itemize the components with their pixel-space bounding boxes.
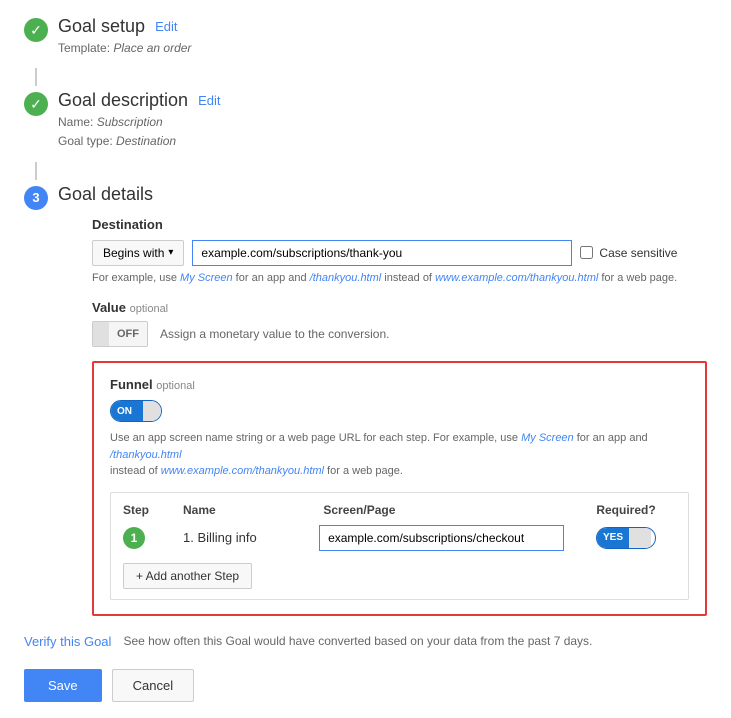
step-name: 1. Billing info (183, 530, 319, 545)
toggle-on-label: ON (111, 401, 143, 421)
goal-details-content: Goal details Destination Begins with ▾ C… (58, 184, 707, 616)
required-yes-label: YES (597, 528, 629, 548)
goal-details-body: Destination Begins with ▾ Case sensitive… (92, 217, 707, 616)
goal-description-section: ✓ Goal description Edit Name: Subscripti… (24, 90, 707, 151)
goal-details-icon: 3 (24, 186, 48, 210)
case-sensitive-checkbox[interactable] (580, 246, 593, 259)
destination-row: Begins with ▾ Case sensitive (92, 240, 707, 266)
type-label: Goal type: (58, 134, 113, 148)
add-step-button[interactable]: + Add another Step (123, 563, 252, 589)
case-sensitive-row: Case sensitive (580, 246, 677, 260)
toggle-off-label: OFF (109, 322, 147, 346)
toggle-off-part (143, 401, 161, 421)
goal-details-section: 3 Goal details Destination Begins with ▾… (24, 184, 707, 616)
name-label: Name: (58, 115, 93, 129)
funnel-table: Step Name Screen/Page Required? 1 1. Bil… (110, 492, 689, 600)
funnel-header: Funnel optional (110, 377, 689, 392)
table-row: 1 1. Billing info YES (123, 525, 676, 551)
funnel-toggle-row: ON (110, 400, 689, 422)
step-screen-col (319, 525, 576, 551)
header-step: Step (123, 503, 183, 517)
value-label: Value optional (92, 300, 168, 315)
funnel-title: Funnel optional (110, 377, 195, 392)
verify-description: See how often this Goal would have conve… (123, 634, 592, 648)
goal-setup-header: Goal setup Edit (58, 16, 707, 37)
verify-section: Verify this Goal See how often this Goal… (24, 634, 707, 649)
funnel-toggle[interactable]: ON (110, 400, 162, 422)
goal-setup-title: Goal setup (58, 16, 145, 37)
type-value: Destination (116, 134, 176, 148)
goal-description-title: Goal description (58, 90, 188, 111)
assign-text: Assign a monetary value to the conversio… (160, 327, 389, 341)
case-sensitive-label: Case sensitive (599, 246, 677, 260)
value-optional-label: optional (130, 303, 169, 315)
goal-setup-meta: Template: Place an order (58, 39, 707, 58)
destination-hint: For example, use My Screen for an app an… (92, 270, 707, 287)
cancel-button[interactable]: Cancel (112, 669, 194, 702)
checkmark-icon: ✓ (30, 23, 42, 37)
begins-with-label: Begins with (103, 246, 164, 260)
value-row: Value optional (92, 300, 707, 315)
step-required-col: YES (576, 527, 676, 549)
goal-details-header: Goal details (58, 184, 707, 205)
verify-goal-link[interactable]: Verify this Goal (24, 634, 111, 649)
connector-line-1 (35, 68, 37, 86)
chevron-down-icon: ▾ (168, 247, 173, 258)
goal-setup-icon: ✓ (24, 18, 48, 42)
goal-description-content: Goal description Edit Name: Subscription… (58, 90, 707, 151)
step-number-circle: 1 (123, 527, 145, 549)
header-screen: Screen/Page (323, 503, 576, 517)
goal-description-header: Goal description Edit (58, 90, 707, 111)
funnel-hint: Use an app screen name string or a web p… (110, 430, 689, 480)
actions-row: Save Cancel (24, 669, 707, 702)
toggle-off-area (93, 322, 109, 346)
goal-description-icon: ✓ (24, 92, 48, 116)
name-value: Subscription (97, 115, 163, 129)
header-name: Name (183, 503, 323, 517)
screen-input[interactable] (319, 525, 564, 551)
header-required: Required? (576, 503, 676, 517)
required-off-part (629, 528, 651, 548)
funnel-table-header: Step Name Screen/Page Required? (123, 503, 676, 517)
step-col: 1 (123, 527, 183, 549)
step-number-label: 3 (32, 190, 39, 205)
destination-label: Destination (92, 217, 707, 232)
goal-setup-edit-link[interactable]: Edit (155, 19, 177, 34)
template-label: Template: (58, 41, 110, 55)
goal-details-title: Goal details (58, 184, 153, 205)
save-button[interactable]: Save (24, 669, 102, 702)
required-toggle[interactable]: YES (596, 527, 656, 549)
value-toggle-row: OFF Assign a monetary value to the conve… (92, 321, 707, 347)
value-toggle[interactable]: OFF (92, 321, 148, 347)
goal-description-meta: Name: Subscription Goal type: Destinatio… (58, 113, 707, 151)
goal-description-edit-link[interactable]: Edit (198, 93, 220, 108)
template-value: Place an order (113, 41, 191, 55)
funnel-optional-label: optional (156, 380, 195, 392)
connector-line-2 (35, 162, 37, 180)
goal-setup-section: ✓ Goal setup Edit Template: Place an ord… (24, 16, 707, 58)
goal-setup-content: Goal setup Edit Template: Place an order (58, 16, 707, 58)
destination-input[interactable] (192, 240, 572, 266)
checkmark-icon-2: ✓ (30, 97, 42, 111)
funnel-box: Funnel optional ON Use an app screen nam… (92, 361, 707, 616)
begins-with-button[interactable]: Begins with ▾ (92, 240, 184, 266)
